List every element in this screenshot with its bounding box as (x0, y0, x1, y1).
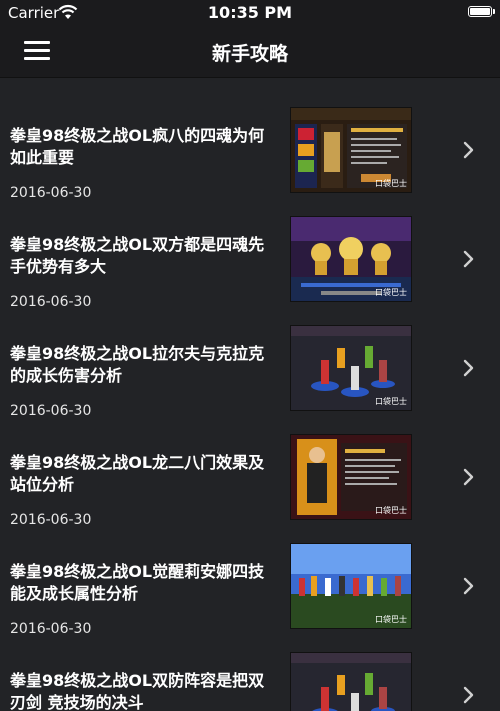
chevron-right-icon (463, 250, 474, 268)
article-thumbnail: 口袋巴士 (290, 325, 412, 411)
clock: 10:35 PM (207, 3, 293, 22)
list-item[interactable]: 拳皇98终极之战OL觉醒莉安娜四技能及成长属性分析 2016-06-30 口袋巴士 (0, 514, 500, 637)
article-title: 拳皇98终极之战OL拉尔夫与克拉克的成长伤害分析 (10, 344, 265, 385)
list-item[interactable]: 拳皇98终极之战OL疯八的四魂为何如此重要 2016-06-30 口袋巴士 (0, 78, 500, 201)
status-bar: Carrier 10:35 PM (0, 0, 500, 27)
chevron-right-icon (463, 686, 474, 704)
list-item[interactable]: 拳皇98终极之战OL双方都是四魂先手优势有多大 2016-06-30 口袋巴士 (0, 187, 500, 310)
article-thumbnail: 口袋巴士 (290, 434, 412, 520)
navigation-bar: 新手攻略 (0, 27, 500, 78)
article-thumbnail: 口袋巴士 (290, 216, 412, 302)
list-item[interactable]: 拳皇98终极之战OL双防阵容是把双刃剑 竞技场的决斗口袋巴士 (0, 623, 500, 711)
article-thumbnail: 口袋巴士 (290, 652, 412, 711)
page-title: 新手攻略 (211, 43, 288, 65)
article-thumbnail: 口袋巴士 (290, 107, 412, 193)
article-title: 拳皇98终极之战OL龙二八门效果及站位分析 (10, 453, 265, 494)
article-title: 拳皇98终极之战OL双方都是四魂先手优势有多大 (10, 235, 265, 276)
article-title: 拳皇98终极之战OL双防阵容是把双刃剑 竞技场的决斗 (10, 671, 265, 711)
list-item[interactable]: 拳皇98终极之战OL拉尔夫与克拉克的成长伤害分析 2016-06-30 口袋巴士 (0, 296, 500, 419)
chevron-right-icon (463, 141, 474, 159)
list-item[interactable]: 拳皇98终极之战OL龙二八门效果及站位分析 2016-06-30 口袋巴士 (0, 405, 500, 528)
article-title: 拳皇98终极之战OL疯八的四魂为何如此重要 (10, 126, 265, 167)
chevron-right-icon (463, 359, 474, 377)
article-thumbnail: 口袋巴士 (290, 543, 412, 629)
battery-icon (468, 6, 495, 17)
chevron-right-icon (463, 577, 474, 595)
article-title: 拳皇98终极之战OL觉醒莉安娜四技能及成长属性分析 (10, 562, 265, 603)
chevron-right-icon (463, 468, 474, 486)
article-list[interactable]: 拳皇98终极之战OL疯八的四魂为何如此重要 2016-06-30 口袋巴士 拳皇98终… (0, 78, 500, 711)
